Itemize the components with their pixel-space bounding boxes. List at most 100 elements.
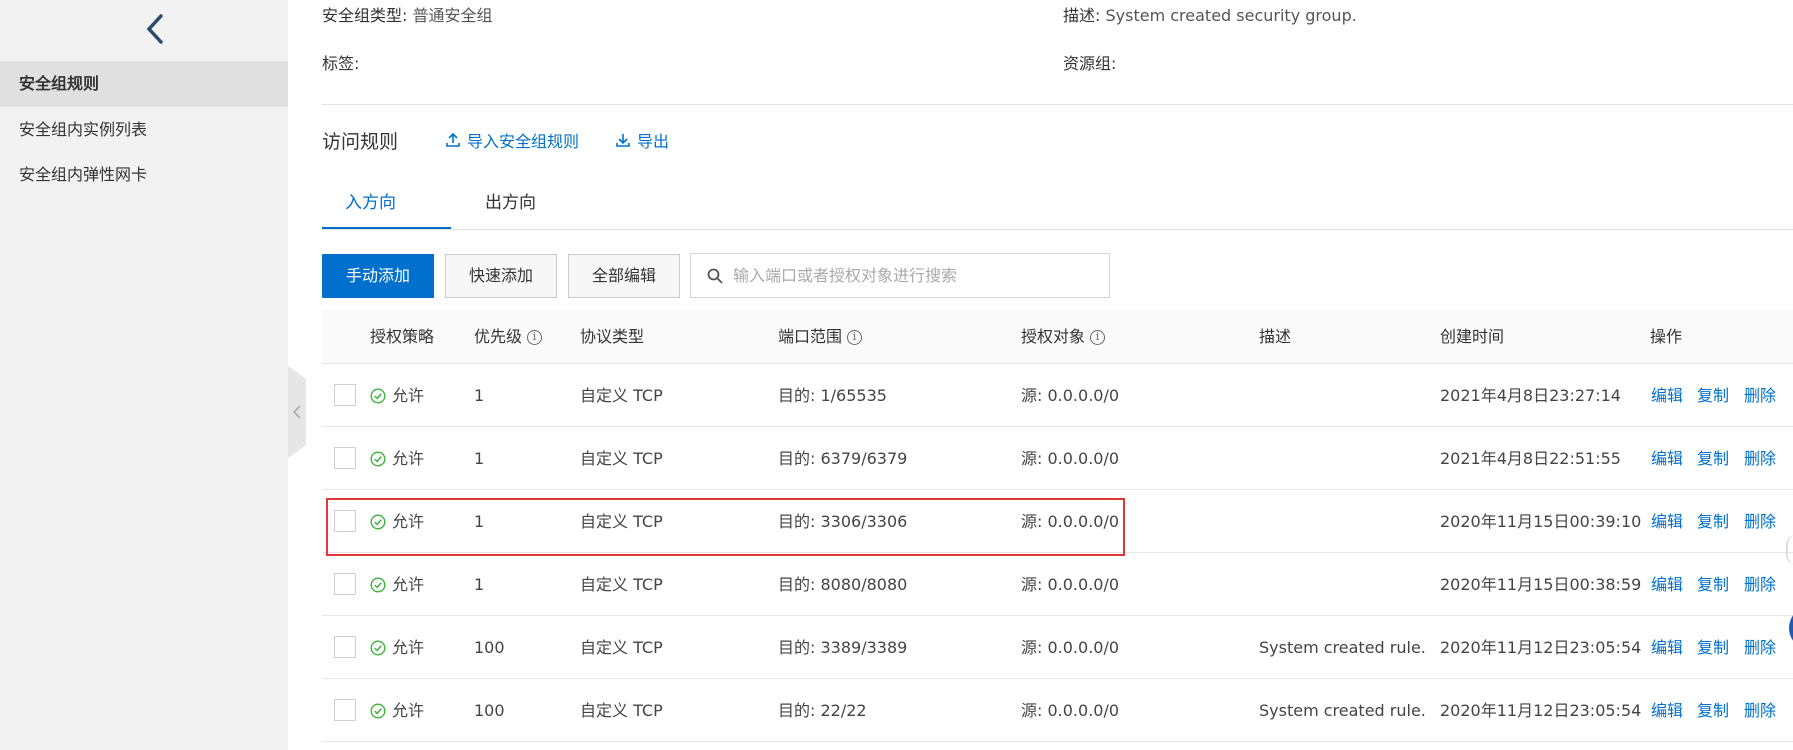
cell-port: 目的: 8080/8080	[778, 575, 908, 594]
cell-source: 源: 0.0.0.0/0	[1021, 638, 1120, 657]
sidebar-item-enis[interactable]: 安全组内弹性网卡	[0, 152, 288, 198]
edit-action[interactable]: 编辑	[1651, 679, 1683, 742]
divider	[322, 104, 1793, 105]
col-created: 创建时间	[1440, 327, 1505, 346]
tab-inbound[interactable]: 入方向	[345, 176, 396, 230]
info-tags-label: 标签:	[322, 54, 360, 73]
info-desc-label: 描述:	[1063, 6, 1101, 25]
section-title: 访问规则	[322, 131, 399, 153]
copy-action[interactable]: 复制	[1697, 427, 1729, 490]
check-circle-icon	[370, 702, 386, 719]
cell-port: 目的: 1/65535	[778, 386, 887, 405]
info-type-label: 安全组类型:	[322, 6, 408, 25]
cell-description: System created rule.	[1259, 638, 1426, 657]
cell-created: 2021年4月8日22:51:55	[1440, 449, 1621, 468]
col-source: 授权对象 i	[1021, 310, 1106, 364]
export-link[interactable]: 导出	[615, 128, 669, 152]
cell-protocol: 自定义 TCP	[580, 638, 663, 657]
search-icon	[707, 268, 723, 284]
delete-action[interactable]: 删除	[1744, 616, 1776, 679]
copy-action[interactable]: 复制	[1697, 490, 1729, 553]
delete-action[interactable]: 删除	[1744, 553, 1776, 616]
cell-policy: 允许	[370, 679, 424, 742]
row-checkbox[interactable]	[334, 699, 356, 721]
edit-action[interactable]: 编辑	[1651, 490, 1683, 553]
cell-priority: 1	[474, 386, 485, 405]
cell-port: 目的: 22/22	[778, 701, 867, 720]
cell-created: 2020年11月15日00:39:10	[1440, 512, 1642, 531]
table-row: 允许 100 自定义 TCP 目的: 22/22 源: 0.0.0.0/0 System …	[322, 679, 1793, 742]
back-chevron-icon[interactable]	[141, 12, 169, 46]
sidebar-item-instances[interactable]: 安全组内实例列表	[0, 107, 288, 153]
check-circle-icon	[370, 450, 386, 467]
import-rules-link[interactable]: 导入安全组规则	[445, 128, 579, 152]
row-checkbox[interactable]	[334, 573, 356, 595]
delete-action[interactable]: 删除	[1744, 364, 1776, 427]
info-type-value: 普通安全组	[412, 6, 493, 25]
cell-protocol: 自定义 TCP	[580, 701, 663, 720]
scroll-edge	[1786, 535, 1793, 565]
edit-action[interactable]: 编辑	[1651, 427, 1683, 490]
table-header: 授权策略 优先级 i 协议类型 端口范围 i 授权对象 i 描述 创建时间 操作	[322, 310, 1793, 364]
tab-outbound[interactable]: 出方向	[485, 176, 536, 230]
search-box	[690, 253, 1110, 298]
quick-add-button[interactable]: 快速添加	[445, 254, 557, 298]
col-priority: 优先级 i	[474, 310, 543, 364]
info-type: 安全组类型: 普通安全组	[322, 2, 493, 26]
cell-source: 源: 0.0.0.0/0	[1021, 701, 1120, 720]
cell-port: 目的: 3389/3389	[778, 638, 908, 657]
copy-action[interactable]: 复制	[1697, 679, 1729, 742]
col-policy: 授权策略	[370, 327, 435, 346]
check-circle-icon	[370, 387, 386, 404]
cell-protocol: 自定义 TCP	[580, 386, 663, 405]
cell-priority: 1	[474, 575, 485, 594]
col-protocol: 协议类型	[580, 327, 645, 346]
col-description: 描述	[1259, 327, 1292, 346]
check-circle-icon	[370, 639, 386, 656]
cell-created: 2020年11月12日23:05:54	[1440, 638, 1642, 657]
cell-port: 目的: 6379/6379	[778, 449, 908, 468]
table-row: 允许 1 自定义 TCP 目的: 8080/8080 源: 0.0.0.0/0 2020年…	[322, 553, 1793, 616]
info-description: 描述: System created security group.	[1063, 2, 1357, 26]
cell-created: 2020年11月15日00:38:59	[1440, 575, 1642, 594]
info-desc-value: System created security group.	[1105, 6, 1357, 25]
copy-action[interactable]: 复制	[1697, 616, 1729, 679]
info-icon[interactable]: i	[527, 329, 543, 345]
edit-all-button[interactable]: 全部编辑	[568, 254, 680, 298]
search-input[interactable]	[691, 254, 1109, 297]
delete-action[interactable]: 删除	[1744, 427, 1776, 490]
edit-action[interactable]: 编辑	[1651, 616, 1683, 679]
cell-source: 源: 0.0.0.0/0	[1021, 575, 1120, 594]
row-checkbox[interactable]	[334, 384, 356, 406]
row-checkbox[interactable]	[334, 636, 356, 658]
cell-priority: 100	[474, 701, 505, 720]
cell-policy: 允许	[370, 553, 424, 616]
manual-add-button[interactable]: 手动添加	[322, 254, 434, 298]
cell-source: 源: 0.0.0.0/0	[1021, 386, 1120, 405]
info-icon[interactable]: i	[1090, 329, 1106, 345]
cell-description: System created rule.	[1259, 701, 1426, 720]
import-rules-label: 导入安全组规则	[467, 132, 580, 151]
cell-priority: 100	[474, 638, 505, 657]
cell-policy: 允许	[370, 364, 424, 427]
info-icon[interactable]: i	[847, 329, 863, 345]
cell-protocol: 自定义 TCP	[580, 449, 663, 468]
delete-action[interactable]: 删除	[1744, 490, 1776, 553]
main-content: 安全组类型: 普通安全组 描述: System created security…	[288, 0, 1793, 750]
cell-policy: 允许	[370, 427, 424, 490]
copy-action[interactable]: 复制	[1697, 364, 1729, 427]
edit-action[interactable]: 编辑	[1651, 553, 1683, 616]
delete-action[interactable]: 删除	[1744, 679, 1776, 742]
table-row: 允许 1 自定义 TCP 目的: 1/65535 源: 0.0.0.0/0 2021年4月…	[322, 364, 1793, 427]
row-checkbox[interactable]	[334, 447, 356, 469]
copy-action[interactable]: 复制	[1697, 553, 1729, 616]
upload-icon	[446, 132, 460, 147]
tabs-divider	[322, 229, 1793, 230]
col-port-range: 端口范围 i	[778, 310, 863, 364]
cell-protocol: 自定义 TCP	[580, 575, 663, 594]
cell-policy: 允许	[370, 616, 424, 679]
sidebar: 安全组规则 安全组内实例列表 安全组内弹性网卡	[0, 0, 288, 750]
sidebar-item-rules[interactable]: 安全组规则	[0, 61, 288, 107]
cell-created: 2021年4月8日23:27:14	[1440, 386, 1621, 405]
edit-action[interactable]: 编辑	[1651, 364, 1683, 427]
